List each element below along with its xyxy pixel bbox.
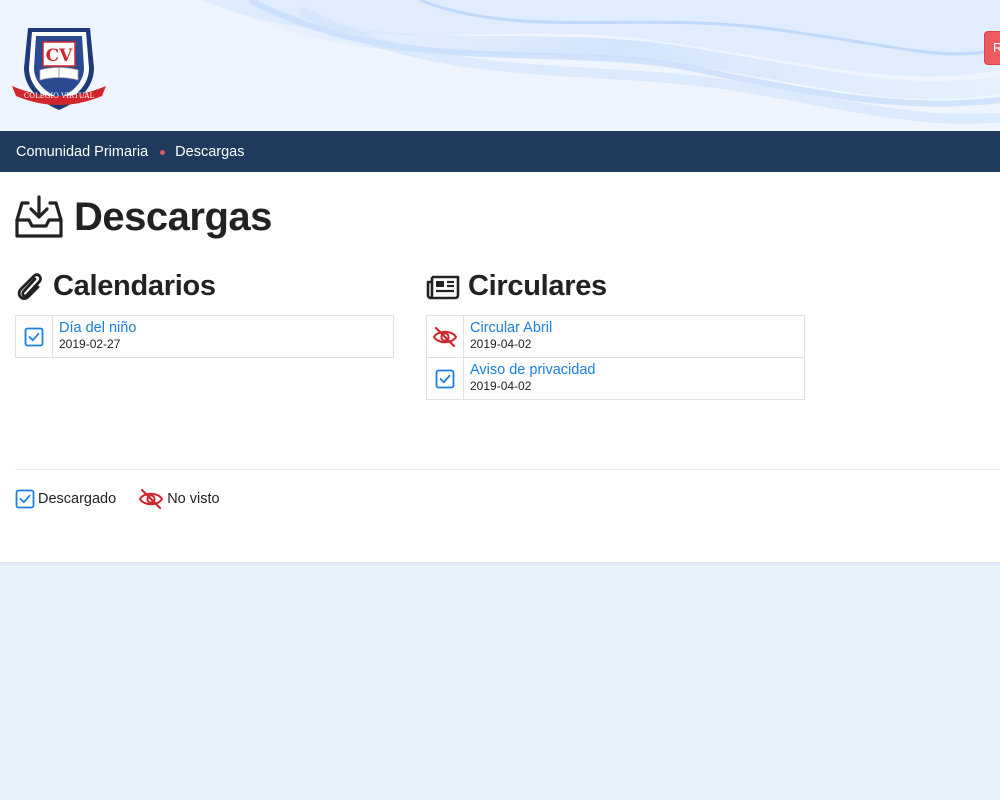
- downloaded-check-icon: [15, 489, 35, 509]
- downloads-card: Descargas Calendarios Día del niño 2019-…: [0, 172, 1000, 562]
- file-date: 2019-04-02: [470, 379, 532, 393]
- legend-item-downloaded: Descargado: [15, 489, 116, 509]
- download-tray-icon: [15, 195, 63, 238]
- header-action-button[interactable]: R: [984, 31, 1000, 65]
- file-row: Día del niño 2019-02-27: [16, 316, 393, 358]
- file-info: Día del niño 2019-02-27: [53, 316, 136, 357]
- downloaded-check-icon: [435, 369, 455, 388]
- file-info: Circular Abril 2019-04-02: [464, 316, 552, 357]
- section-title-circulares: Circulares: [468, 270, 607, 302]
- breadcrumb-item-descargas: Descargas: [175, 143, 245, 160]
- section-title-calendarios: Calendarios: [53, 270, 216, 302]
- file-date: 2019-02-27: [59, 337, 121, 351]
- file-status-cell: [427, 358, 464, 399]
- legend-item-not-seen: No visto: [138, 488, 220, 510]
- breadcrumb: Comunidad Primaria Descargas: [0, 131, 1000, 172]
- file-date: 2019-04-02: [470, 337, 532, 351]
- file-status-cell: [427, 316, 464, 357]
- file-link[interactable]: Día del niño: [59, 320, 136, 337]
- paperclip-icon: [17, 272, 42, 300]
- legend-label-not-seen: No visto: [167, 491, 220, 507]
- logo-ribbon-text: COLEGIO VIRTUAL: [24, 92, 95, 100]
- file-row: Aviso de privacidad 2019-04-02: [427, 358, 804, 400]
- section-calendarios-header: Calendarios: [15, 270, 216, 303]
- newspaper-icon: [426, 275, 460, 299]
- header-waves-decoration: [200, 0, 1000, 124]
- page-header: Descargas: [14, 194, 272, 240]
- site-header: CV COLEGIO VIRTUAL R: [0, 0, 1000, 131]
- eye-slash-icon: [139, 488, 164, 510]
- calendarios-file-table: Día del niño 2019-02-27: [15, 315, 394, 358]
- legend-label-downloaded: Descargado: [38, 491, 117, 507]
- file-status-cell: [16, 316, 53, 357]
- status-legend: Descargado No visto: [15, 488, 242, 510]
- circulares-file-table: Circular Abril 2019-04-02 Aviso de priva…: [426, 315, 805, 400]
- breadcrumb-item-comunidad-primaria[interactable]: Comunidad Primaria: [16, 144, 148, 160]
- eye-slash-icon: [432, 326, 458, 347]
- file-row: Circular Abril 2019-04-02: [427, 316, 804, 358]
- downloaded-check-icon: [24, 327, 44, 346]
- breadcrumb-separator-dot: [160, 150, 166, 155]
- logo-initials: CV: [46, 46, 74, 66]
- section-circulares-header: Circulares: [426, 270, 607, 303]
- page-title: Descargas: [74, 194, 272, 239]
- colegio-virtual-logo[interactable]: CV COLEGIO VIRTUAL: [10, 22, 108, 114]
- file-info: Aviso de privacidad 2019-04-02: [464, 358, 595, 399]
- file-link[interactable]: Aviso de privacidad: [470, 362, 595, 379]
- file-link[interactable]: Circular Abril: [470, 320, 552, 337]
- legend-divider: [15, 469, 1000, 470]
